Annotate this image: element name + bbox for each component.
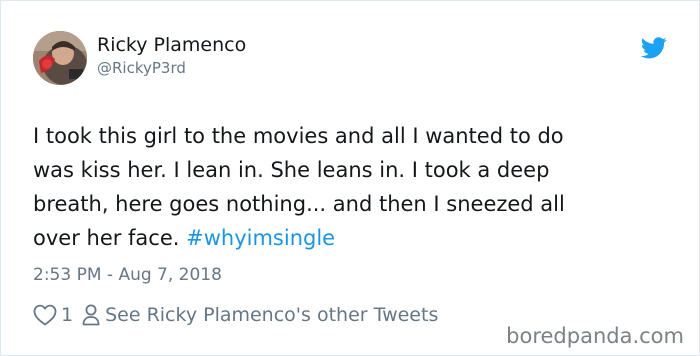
heart-icon	[33, 304, 57, 326]
hashtag-link[interactable]: #whyimsingle	[186, 226, 335, 250]
avatar-image	[33, 31, 87, 85]
tweet-text-line: over her face.	[33, 226, 187, 250]
other-tweets-label: See Ricky Plamenco's other Tweets	[105, 304, 439, 326]
tweet-actions: 1 See Ricky Plamenco's other Tweets	[33, 302, 438, 328]
tweet-text: I took this girl to the movies and all I…	[33, 119, 673, 255]
twitter-bird-icon[interactable]	[641, 37, 667, 59]
author-handle[interactable]: @RickyP3rd	[97, 57, 246, 79]
tweet-text-line: breath, here goes nothing... and then I …	[33, 192, 565, 216]
like-button[interactable]: 1	[33, 304, 73, 326]
tweet-text-line: was kiss her. I lean in. She leans in. I…	[33, 158, 550, 182]
watermark: boredpanda.com	[506, 324, 684, 348]
like-count: 1	[61, 304, 74, 326]
tweet-timestamp[interactable]: 2:53 PM - Aug 7, 2018	[33, 263, 222, 287]
person-icon	[82, 304, 100, 326]
tweet-text-line-last: over her face. #whyimsingle	[33, 221, 673, 255]
other-tweets-link[interactable]: See Ricky Plamenco's other Tweets	[82, 304, 438, 326]
author-names: Ricky Plamenco @RickyP3rd	[97, 33, 246, 79]
tweet-text-line: I took this girl to the movies and all I…	[33, 124, 564, 148]
avatar[interactable]	[33, 31, 87, 85]
tweet-header: Ricky Plamenco @RickyP3rd	[33, 29, 673, 89]
tweet-card: Ricky Plamenco @RickyP3rd I took this gi…	[0, 0, 700, 356]
author-display-name[interactable]: Ricky Plamenco	[97, 33, 246, 57]
